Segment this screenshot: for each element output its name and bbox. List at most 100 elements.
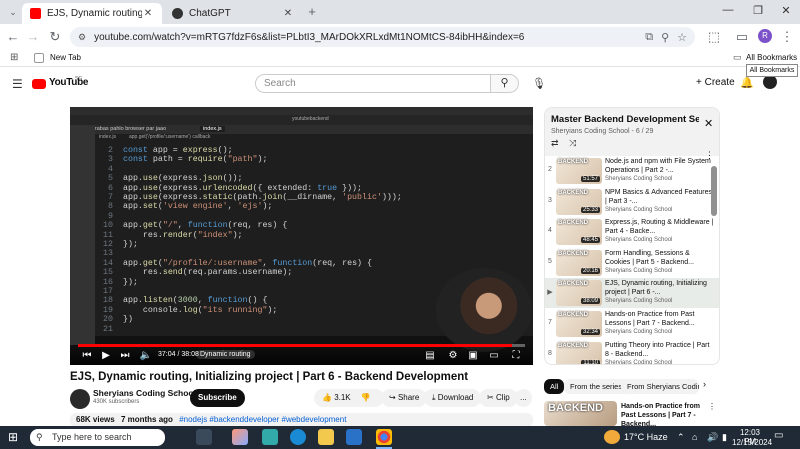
playlist-item[interactable]: 4 BACKEND 48:45 Express.js, Routing & Middl… — [545, 217, 719, 247]
playlist-item-thumbnail[interactable]: BACKEND 48:45 — [556, 219, 602, 246]
create-button[interactable]: + Create — [696, 77, 735, 88]
search-input[interactable]: Search — [255, 74, 491, 93]
hamburger-menu-icon[interactable]: ☰ — [12, 77, 23, 91]
search-button[interactable]: ⚲ — [491, 74, 519, 93]
channel-avatar[interactable] — [70, 389, 90, 409]
playlist-item-title[interactable]: NPM Basics & Advanced Features | Part 3 … — [605, 188, 715, 206]
captions-icon[interactable]: ▤ — [423, 349, 437, 363]
miniplayer-icon[interactable]: ▣ — [466, 349, 480, 363]
bookmark-new-tab[interactable]: New Tab — [50, 53, 81, 62]
playlist-item[interactable]: 8 BACKEND 11:10 Putting Theory into Practic… — [545, 340, 719, 364]
playlist-item-thumbnail[interactable]: BACKEND 25:33 — [556, 188, 602, 215]
windows-start-icon[interactable]: ⊞ — [8, 431, 20, 443]
dislike-icon[interactable]: 👎 — [361, 393, 371, 402]
playlist-item-thumbnail[interactable]: BACKEND 11:10 — [556, 341, 602, 364]
chips-next-icon[interactable]: › — [703, 379, 706, 389]
forward-icon[interactable]: → — [24, 28, 42, 46]
apps-grid-icon[interactable]: ⊞ — [10, 52, 18, 63]
tray-chevron-icon[interactable]: ⌃ — [677, 432, 685, 443]
youtube-logo-icon[interactable] — [32, 79, 46, 89]
playlist-item[interactable]: 2 BACKEND 51:57 Node.js and npm with File S… — [545, 156, 719, 186]
playlist-item-title[interactable]: Node.js and npm with File System Operati… — [605, 157, 715, 175]
tab-chatgpt[interactable]: ChatGPT ✕ — [164, 3, 302, 24]
theater-mode-icon[interactable]: ▭ — [487, 349, 501, 363]
playlist-item-thumbnail[interactable]: BACKEND 38:09 — [556, 280, 602, 307]
back-icon[interactable]: ← — [4, 28, 22, 46]
share-button[interactable]: ↪ Share — [381, 389, 428, 407]
notification-center-icon[interactable]: ▭ — [774, 430, 783, 441]
previous-icon[interactable]: ⏮ — [80, 349, 94, 363]
download-button[interactable]: ⤓ Download — [424, 389, 482, 407]
taskbar-search-input[interactable]: ⚲ Type here to search — [30, 429, 165, 446]
close-tab-icon[interactable]: ✕ — [282, 8, 294, 19]
battery-icon[interactable]: ▮ — [722, 432, 727, 443]
playlist-item[interactable]: 3 BACKEND 25:33 NPM Basics & Advanced Featu… — [545, 187, 719, 217]
like-icon[interactable]: 👍 — [322, 393, 334, 402]
next-icon[interactable]: ⏭ — [118, 349, 132, 363]
vscode-icon[interactable] — [346, 429, 362, 445]
extensions-icon[interactable]: ⬚ — [705, 28, 723, 46]
tab-youtube[interactable]: EJS, Dynamic routing, Initializing ✕ — [22, 3, 162, 24]
playlist-item[interactable]: ▶ BACKEND 38:09 EJS, Dynamic routing, Initi… — [545, 278, 719, 309]
playlist-item-thumbnail[interactable]: BACKEND 20:16 — [556, 249, 602, 276]
recommended-thumbnail[interactable]: BACKEND — [544, 401, 617, 426]
weather-text[interactable]: 17°C Haze — [624, 432, 668, 442]
clip-button[interactable]: ✂ Clip — [479, 389, 518, 407]
playlist-item[interactable]: 7 BACKEND 32:34 Hands-on Practice from Past… — [545, 309, 719, 339]
file-explorer-icon[interactable] — [318, 429, 334, 445]
play-icon[interactable]: ▶ — [99, 349, 113, 363]
all-bookmarks[interactable]: All Bookmarks — [746, 53, 797, 62]
volume-tray-icon[interactable]: 🔊 — [707, 432, 718, 443]
channel-name[interactable]: Sheryians Coding School — [93, 388, 196, 398]
like-count[interactable]: 3.1K — [334, 393, 350, 402]
recommended-title[interactable]: Hands-on Practice from Past Lessons | Pa… — [621, 402, 707, 429]
copilot-icon[interactable] — [232, 429, 248, 445]
close-tab-icon[interactable]: ✕ — [142, 8, 154, 19]
chip-all[interactable]: All — [544, 379, 565, 394]
playlist-title[interactable]: Master Backend Development Serie... — [551, 114, 699, 125]
playlist-scrollbar[interactable] — [711, 166, 717, 216]
playlist-item-title[interactable]: Express.js, Routing & Middleware | Part … — [605, 218, 715, 236]
address-bar[interactable]: ⚙ youtube.com/watch?v=mRTG7fdzF6s&list=P… — [70, 27, 695, 47]
close-playlist-icon[interactable]: ✕ — [704, 117, 713, 130]
playlist-item-thumbnail[interactable]: BACKEND 32:34 — [556, 311, 602, 337]
reload-icon[interactable]: ↻ — [46, 28, 64, 46]
volume-icon[interactable]: 🔈 — [139, 349, 153, 363]
tab-search-icon[interactable]: ⌄ — [4, 3, 22, 21]
clock-date[interactable]: 12/15/2024 — [732, 438, 772, 447]
youtube-logo-text[interactable]: YouTube — [49, 77, 89, 88]
edge-icon[interactable] — [290, 429, 306, 445]
bookmark-star-icon[interactable]: ☆ — [677, 31, 687, 44]
voice-search-icon[interactable]: 🎙 — [530, 75, 548, 93]
zoom-icon[interactable]: ⚲ — [661, 31, 669, 44]
restore-icon[interactable]: ❐ — [748, 4, 768, 17]
chip-from-channel[interactable]: From Sheryians Coding S — [621, 379, 699, 394]
hashtags[interactable]: #nodejs #backenddeveloper #webdevelopmen… — [179, 415, 346, 424]
task-view-icon[interactable] — [196, 429, 212, 445]
recommended-menu-icon[interactable]: ⋮ — [708, 402, 716, 411]
sidebar-icon[interactable]: ▭ — [733, 28, 751, 46]
playlist-item[interactable]: 5 BACKEND 20:16 Form Handling, Sessions & C… — [545, 248, 719, 278]
network-icon[interactable]: ⌂ — [692, 432, 697, 442]
install-icon[interactable]: ⧉ — [645, 31, 653, 44]
subscribe-button[interactable]: Subscribe — [190, 389, 245, 407]
playlist-item-title[interactable]: EJS, Dynamic routing, Initializing proje… — [605, 279, 715, 297]
new-tab-icon[interactable]: + — [303, 3, 321, 21]
more-actions-button[interactable]: ... — [515, 389, 532, 407]
settings-gear-icon[interactable]: ⚙ — [446, 349, 460, 363]
close-window-icon[interactable]: ✕ — [776, 4, 796, 17]
notifications-icon[interactable]: 🔔 — [740, 76, 754, 89]
minimize-icon[interactable]: — — [718, 4, 738, 16]
chapter-label[interactable]: Dynamic routing — [196, 350, 255, 359]
chip-from-series[interactable]: From the series — [564, 379, 629, 394]
shuffle-icon[interactable]: ⤨ — [569, 138, 576, 148]
playlist-item-thumbnail[interactable]: BACKEND 51:57 — [556, 158, 602, 184]
profile-avatar[interactable]: R — [758, 29, 772, 43]
account-avatar[interactable] — [763, 75, 777, 89]
playlist-item-title[interactable]: Hands-on Practice from Past Lessons | Pa… — [605, 310, 715, 328]
weather-icon[interactable] — [604, 430, 620, 444]
fullscreen-icon[interactable]: ⛶ — [509, 349, 523, 363]
playlist-item-title[interactable]: Putting Theory into Practice | Part 8 - … — [605, 341, 715, 359]
playlist-item-title[interactable]: Form Handling, Sessions & Cookies | Part… — [605, 249, 715, 267]
site-info-icon[interactable]: ⚙ — [78, 32, 86, 43]
